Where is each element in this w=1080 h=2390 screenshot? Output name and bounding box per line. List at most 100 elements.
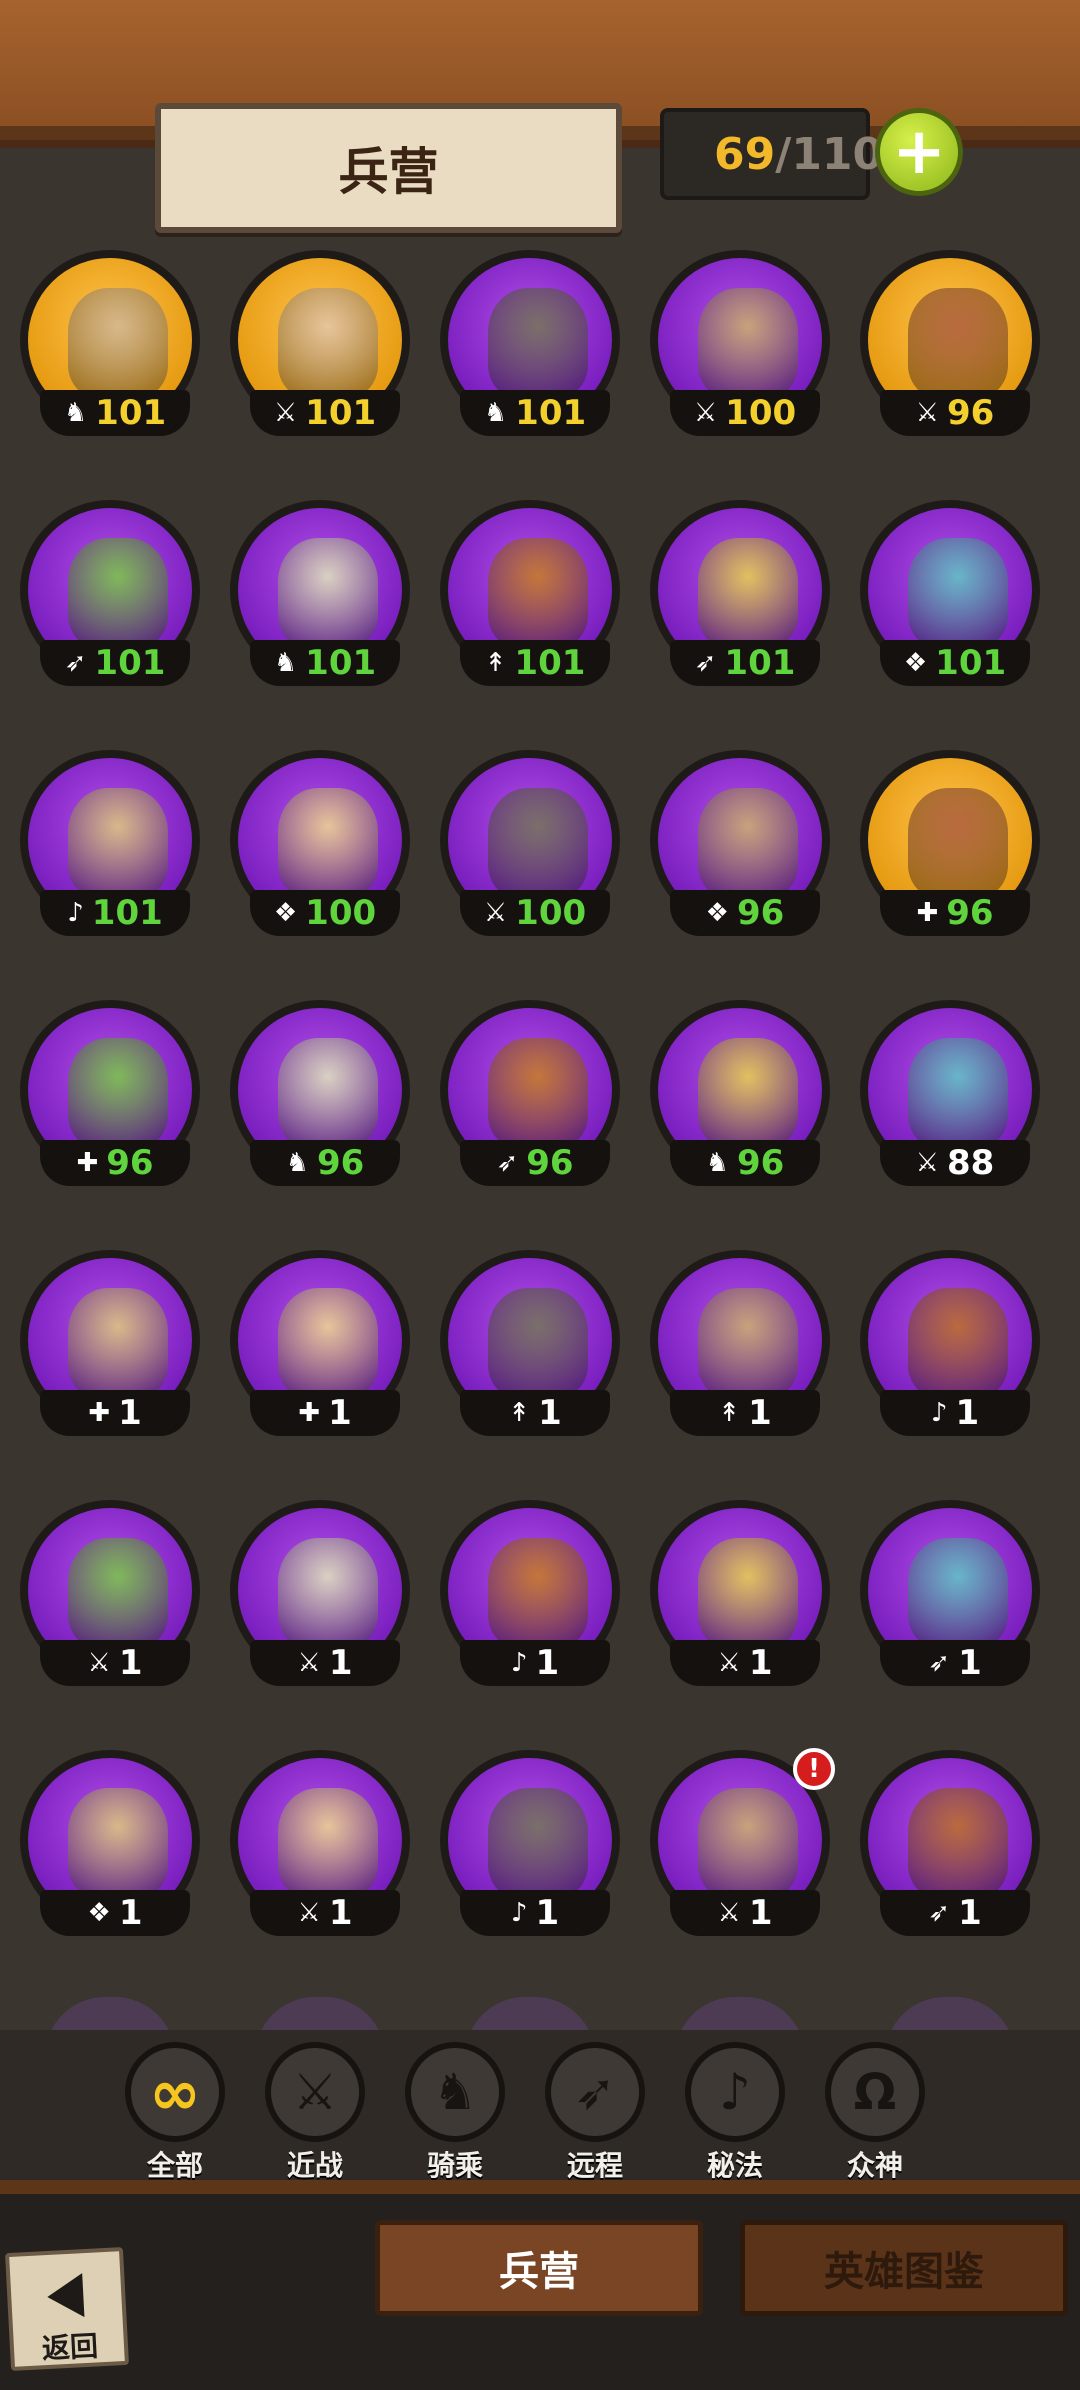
hero-card[interactable]: ❖ 101 bbox=[855, 490, 1045, 686]
hero-card[interactable]: ⚔ 1 bbox=[15, 1490, 205, 1686]
beast-icon: ❖ bbox=[87, 1898, 111, 1928]
hero-portrait bbox=[488, 788, 588, 898]
ranged-icon: ➶ bbox=[694, 648, 717, 678]
hero-portrait bbox=[488, 1288, 588, 1398]
partially-hidden-row bbox=[0, 1985, 1080, 2057]
hero-grid: ♞ 101 ⚔ 101 ♞ 101 ⚔ 100 ⚔ 96 ➶ 101 ♞ 101 ↟ 101 ➶ 101 ❖ 101 ♪… bbox=[0, 240, 1080, 2030]
hero-level-banner: ⚔ 100 bbox=[460, 890, 610, 936]
hero-portrait bbox=[278, 1788, 378, 1898]
hero-portrait bbox=[68, 1288, 168, 1398]
hero-level-banner: ♞ 101 bbox=[250, 640, 400, 686]
tab-hero-codex[interactable]: 英雄图鉴 bbox=[740, 2220, 1068, 2316]
hero-card[interactable]: ❖ 100 bbox=[225, 740, 415, 936]
hero-level-banner: ➶ 1 bbox=[880, 1640, 1030, 1686]
hero-card[interactable]: ✚ 96 bbox=[855, 740, 1045, 936]
hero-level-banner: ✚ 96 bbox=[40, 1140, 190, 1186]
hero-portrait bbox=[488, 1788, 588, 1898]
hero-level: 101 bbox=[514, 643, 586, 683]
hero-card[interactable]: ➶ 101 bbox=[15, 490, 205, 686]
hero-level-banner: ♞ 101 bbox=[460, 390, 610, 436]
filter-all[interactable]: ∞ 全部 bbox=[120, 2042, 230, 2182]
hero-level: 1 bbox=[535, 1643, 560, 1683]
cavalry-icon: ♞ bbox=[705, 1148, 729, 1178]
filter-ranged[interactable]: ➶ 远程 bbox=[540, 2042, 650, 2182]
hero-card[interactable]: ↟ 101 bbox=[435, 490, 625, 686]
hero-level: 101 bbox=[305, 643, 377, 683]
hero-card[interactable]: ⚔ 88 bbox=[855, 990, 1045, 1186]
filter-melee[interactable]: ⚔ 近战 bbox=[260, 2042, 370, 2182]
hero-card[interactable]: ➶ 96 bbox=[435, 990, 625, 1186]
add-capacity-button[interactable]: + bbox=[875, 108, 963, 196]
hero-level: 96 bbox=[736, 893, 785, 933]
hero-card[interactable]: ❖ 96 bbox=[645, 740, 835, 936]
hero-level: 1 bbox=[328, 1643, 353, 1683]
hero-portrait bbox=[68, 288, 168, 398]
infinity-icon: ∞ bbox=[125, 2042, 225, 2142]
hero-level-banner: ↟ 1 bbox=[460, 1390, 610, 1436]
hero-level: 1 bbox=[748, 1643, 773, 1683]
bow-icon: ➶ bbox=[545, 2042, 645, 2142]
hero-portrait bbox=[908, 538, 1008, 648]
hero-level-banner: ♞ 101 bbox=[40, 390, 190, 436]
hero-level-banner: ⚔ 1 bbox=[250, 1640, 400, 1686]
plus-icon: + bbox=[892, 115, 946, 189]
hero-card[interactable]: ✚ 1 bbox=[225, 1240, 415, 1436]
hero-card[interactable]: ↟ 1 bbox=[645, 1240, 835, 1436]
hero-card[interactable]: ➶ 1 bbox=[855, 1740, 1045, 1936]
hero-level-banner: ❖ 96 bbox=[670, 890, 820, 936]
hero-card[interactable]: ⚔ 100 bbox=[435, 740, 625, 936]
hero-card[interactable]: ⚔ 96 bbox=[855, 240, 1045, 436]
back-button[interactable]: 返回 bbox=[4, 2246, 130, 2372]
filter-arcane[interactable]: ♪ 秘法 bbox=[680, 2042, 790, 2182]
hero-card[interactable]: ↟ 1 bbox=[435, 1240, 625, 1436]
hero-portrait bbox=[488, 1038, 588, 1148]
hero-card[interactable]: ➶ 1 bbox=[855, 1490, 1045, 1686]
tab-barracks-label: 兵营 bbox=[499, 2249, 579, 2295]
capacity-max: 110 bbox=[791, 128, 884, 180]
hero-card[interactable]: ⚔ 101 bbox=[225, 240, 415, 436]
horse-icon: ♞ bbox=[405, 2042, 505, 2142]
hero-card[interactable]: ♪ 1 bbox=[855, 1240, 1045, 1436]
hero-card[interactable]: ♪ 101 bbox=[15, 740, 205, 936]
hero-portrait bbox=[68, 538, 168, 648]
hero-card[interactable]: ♞ 96 bbox=[645, 990, 835, 1186]
melee-icon: ⚔ bbox=[717, 1648, 741, 1678]
hero-level: 1 bbox=[328, 1893, 353, 1933]
hero-portrait bbox=[68, 1788, 168, 1898]
cavalry-icon: ♞ bbox=[63, 398, 88, 428]
hero-card[interactable]: ⚔ 1! bbox=[645, 1740, 835, 1936]
hero-card[interactable]: ♪ 1 bbox=[435, 1490, 625, 1686]
hero-level-banner: ➶ 96 bbox=[460, 1140, 610, 1186]
healer-icon: ✚ bbox=[916, 898, 939, 928]
hero-card[interactable]: ⚔ 1 bbox=[225, 1740, 415, 1936]
hero-card[interactable]: ♞ 101 bbox=[435, 240, 625, 436]
melee-icon: ⚔ bbox=[273, 398, 298, 428]
melee-icon: ⚔ bbox=[297, 1898, 321, 1928]
hero-card[interactable]: ♞ 101 bbox=[225, 490, 415, 686]
hero-portrait bbox=[698, 1038, 798, 1148]
hero-card[interactable]: ❖ 1 bbox=[15, 1740, 205, 1936]
hero-portrait bbox=[698, 1788, 798, 1898]
hero-card[interactable]: ⚔ 1 bbox=[645, 1490, 835, 1686]
hero-portrait bbox=[908, 1788, 1008, 1898]
hero-level: 101 bbox=[935, 643, 1007, 683]
hero-level-banner: ⚔ 1 bbox=[250, 1890, 400, 1936]
filter-cavalry[interactable]: ♞ 骑乘 bbox=[400, 2042, 510, 2182]
filter-label: 秘法 bbox=[706, 2149, 763, 2182]
hero-card[interactable]: ✚ 96 bbox=[15, 990, 205, 1186]
hero-card[interactable]: ♪ 1 bbox=[435, 1740, 625, 1936]
filter-label: 远程 bbox=[566, 2149, 623, 2182]
hero-level: 1 bbox=[535, 1893, 560, 1933]
tab-barracks[interactable]: 兵营 bbox=[375, 2220, 703, 2316]
hero-card[interactable]: ✚ 1 bbox=[15, 1240, 205, 1436]
hero-portrait bbox=[278, 788, 378, 898]
hero-card[interactable]: ➶ 101 bbox=[645, 490, 835, 686]
back-arrow-icon bbox=[46, 2273, 85, 2319]
hero-card[interactable]: ⚔ 1 bbox=[225, 1490, 415, 1686]
filter-gods[interactable]: Ω 众神 bbox=[820, 2042, 930, 2182]
hero-card[interactable]: ♞ 96 bbox=[225, 990, 415, 1186]
hero-card[interactable]: ⚔ 100 bbox=[645, 240, 835, 436]
hero-level: 1 bbox=[958, 1893, 982, 1933]
ranged-icon: ➶ bbox=[496, 1148, 519, 1178]
hero-card[interactable]: ♞ 101 bbox=[15, 240, 205, 436]
